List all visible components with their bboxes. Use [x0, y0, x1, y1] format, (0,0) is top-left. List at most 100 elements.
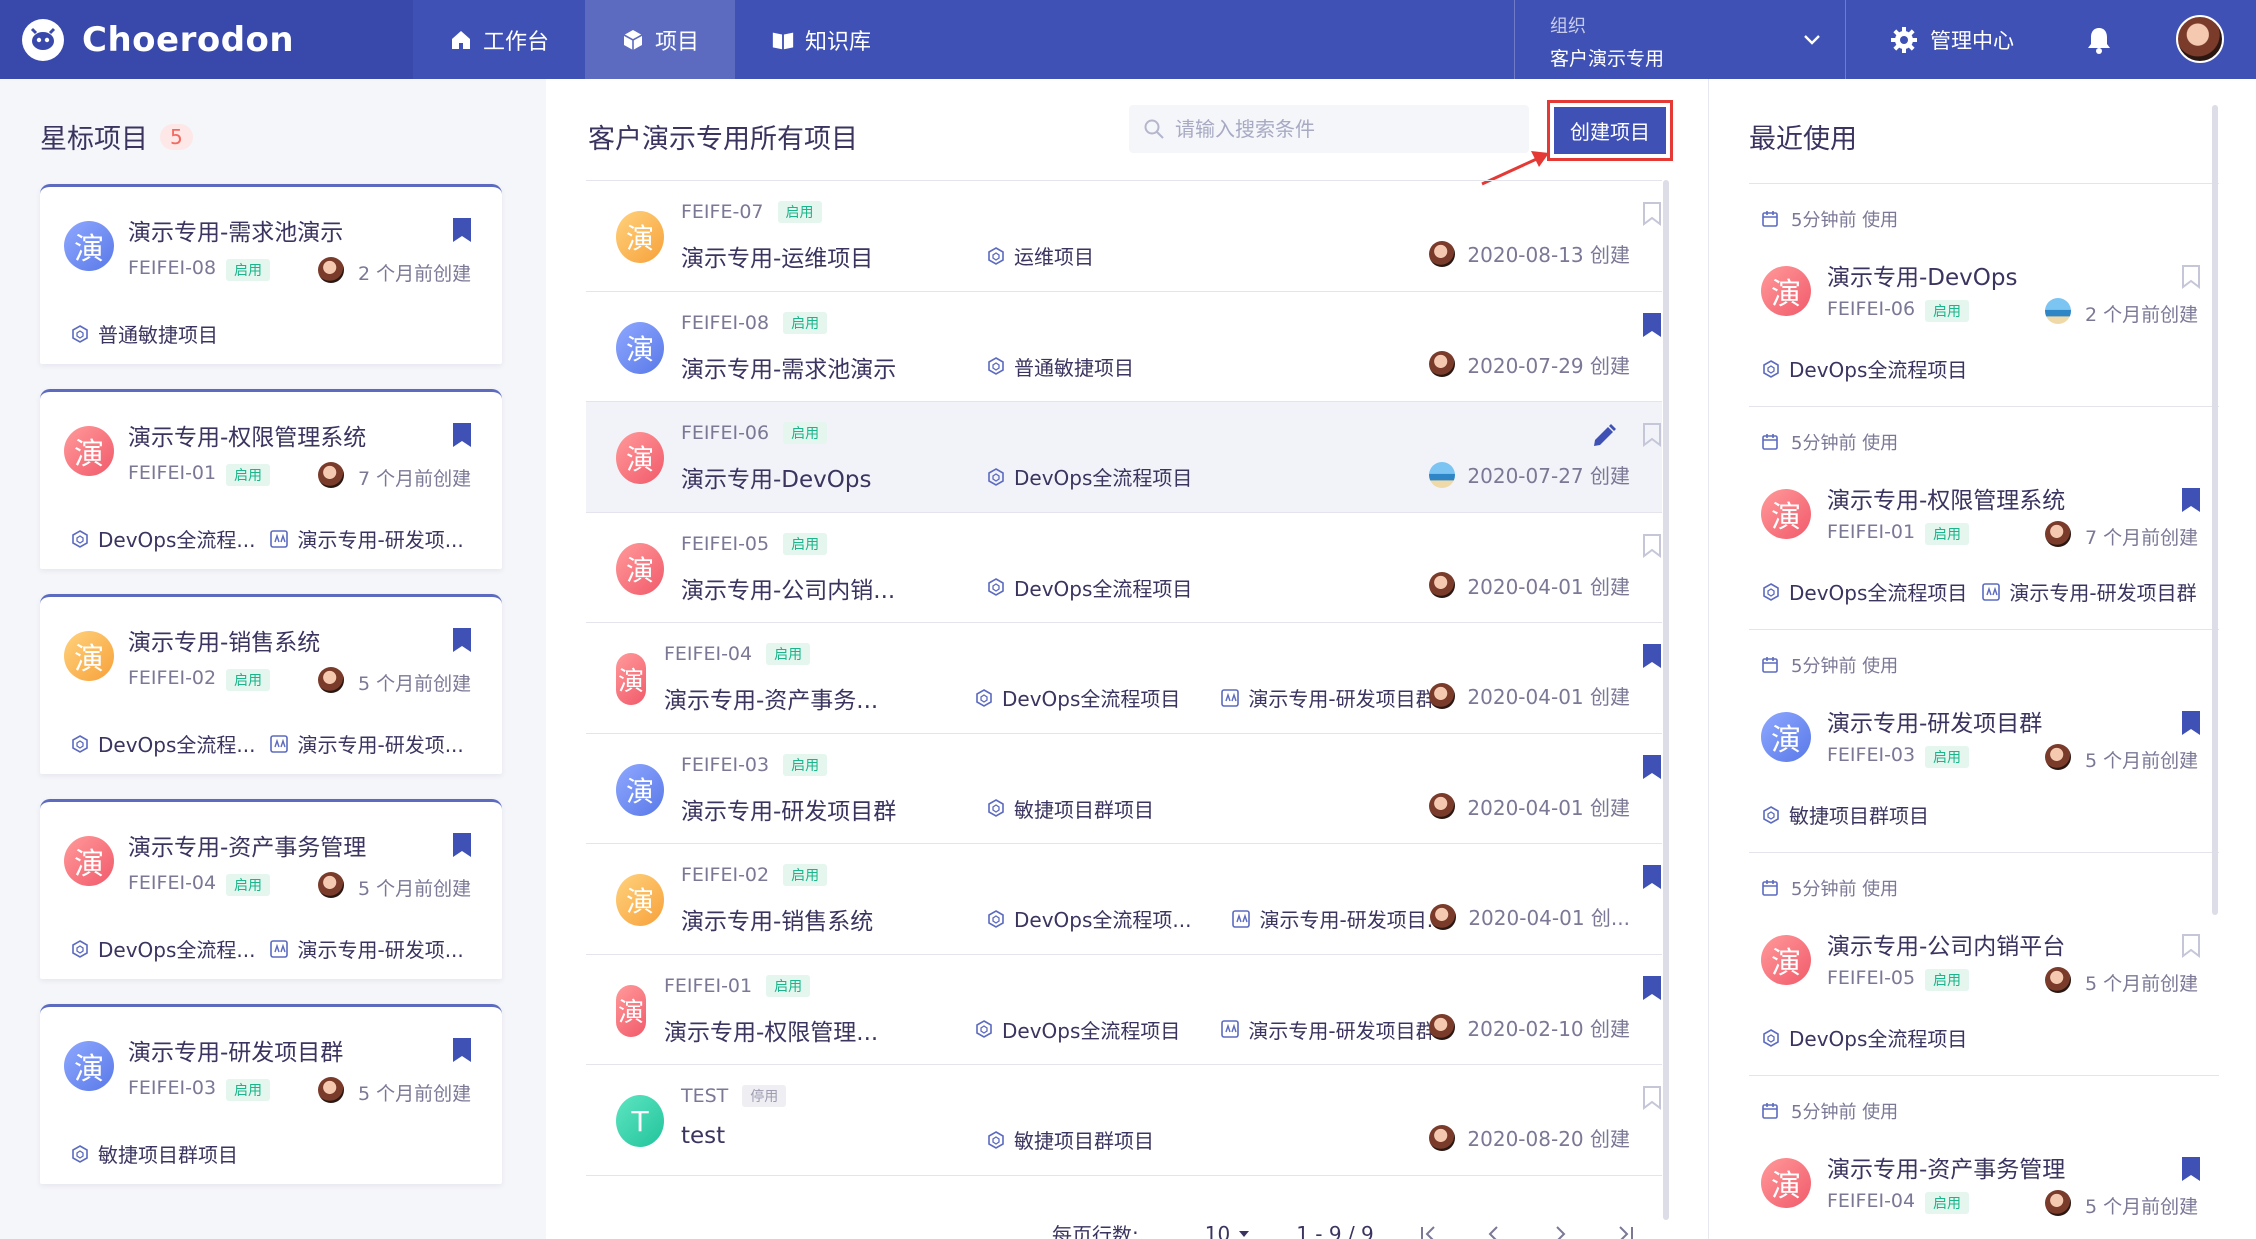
bookmark-filled-icon[interactable] — [452, 217, 472, 243]
project-avatar: 演 — [616, 763, 664, 816]
search-box[interactable] — [1129, 105, 1529, 153]
tag-label: 演示专用-研发项... — [297, 938, 464, 962]
project-name[interactable]: 演示专用-运维项目 — [681, 239, 873, 273]
bookmark-outline-icon[interactable] — [1642, 1085, 1662, 1111]
brand[interactable]: Choerodon — [0, 0, 413, 79]
create-project-button[interactable]: 创建项目 — [1554, 107, 1666, 154]
project-code: FEIFEI-03 — [128, 1077, 217, 1099]
bookmark-outline-icon[interactable] — [1642, 533, 1662, 559]
recent-item[interactable]: 5分钟前 使用 演 演示专用-权限管理系统 FEIFEI-01 启用 7 个月前… — [1749, 407, 2219, 630]
next-page-icon[interactable] — [1550, 1224, 1570, 1239]
project-type-icon — [1763, 359, 1779, 378]
tag-label: 运维项目 — [1014, 245, 1094, 269]
project-name[interactable]: 演示专用-权限管理... — [664, 1013, 878, 1047]
project-type-tag: DevOps全流程项目 — [986, 573, 1192, 602]
project-name[interactable]: 演示专用-公司内销... — [681, 571, 895, 605]
caret-down-icon[interactable] — [1238, 1228, 1250, 1239]
project-avatar: 演 — [1761, 935, 1811, 985]
starred-card[interactable]: 演 演示专用-权限管理系统 FEIFEI-01 启用 7 个月前创建 DevOp… — [40, 389, 502, 569]
prev-page-icon[interactable] — [1484, 1224, 1504, 1239]
recent-item[interactable]: 5分钟前 使用 演 演示专用-研发项目群 FEIFEI-03 启用 5 个月前创… — [1749, 630, 2219, 853]
bookmark-outline-icon[interactable] — [1642, 422, 1662, 448]
admin-center-button[interactable]: 管理中心 — [1890, 0, 2014, 79]
project-row[interactable]: 演 FEIFEI-04 启用 演示专用-资产事务... DevOps全流程项目 演… — [586, 623, 1662, 734]
creator-avatar — [1429, 461, 1456, 488]
bell-icon[interactable] — [2086, 26, 2112, 54]
project-type-icon — [72, 734, 88, 753]
bookmark-filled-icon[interactable] — [2181, 487, 2201, 513]
project-row[interactable]: 演 FEIFEI-01 启用 演示专用-权限管理... DevOps全流程项目 演… — [586, 955, 1662, 1065]
project-avatar: 演 — [616, 321, 664, 374]
admin-label: 管理中心 — [1930, 28, 2014, 53]
project-type-icon — [72, 529, 88, 548]
starred-card[interactable]: 演 演示专用-销售系统 FEIFEI-02 启用 5 个月前创建 DevOps全… — [40, 594, 502, 774]
bookmark-filled-icon[interactable] — [452, 627, 472, 653]
project-name[interactable]: 演示专用-公司内销平台 — [1827, 927, 2065, 961]
project-name[interactable]: 演示专用-DevOps — [1827, 258, 2017, 292]
page-size-select[interactable]: 10 — [1205, 1222, 1230, 1239]
project-row[interactable]: 演 FEIFEI-06 启用 演示专用-DevOps DevOps全流程项目 20… — [586, 402, 1662, 513]
project-row[interactable]: 演 FEIFEI-02 启用 演示专用-销售系统 DevOps全流程项... 演示… — [586, 844, 1662, 955]
search-icon — [1144, 119, 1164, 139]
recent-item[interactable]: 5分钟前 使用 演 演示专用-资产事务管理 FEIFEI-04 启用 5 个月前… — [1749, 1076, 2219, 1239]
bookmark-filled-icon[interactable] — [1642, 643, 1662, 669]
choerodon-logo-icon — [22, 18, 64, 61]
recent-item[interactable]: 5分钟前 使用 演 演示专用-DevOps FEIFEI-06 启用 2 个月前… — [1749, 184, 2219, 407]
bookmark-filled-icon[interactable] — [2181, 1156, 2201, 1182]
project-code: FEIFEI-08 — [681, 311, 770, 334]
starred-card[interactable]: 演 演示专用-资产事务管理 FEIFEI-04 启用 5 个月前创建 DevOp… — [40, 799, 502, 979]
project-row[interactable]: 演 FEIFEI-05 启用 演示专用-公司内销... DevOps全流程项目 2… — [586, 513, 1662, 623]
starred-card[interactable]: 演 演示专用-需求池演示 FEIFEI-08 启用 2 个月前创建 普通敏捷项目 — [40, 184, 502, 364]
bookmark-filled-icon[interactable] — [1642, 864, 1662, 890]
last-page-icon[interactable] — [1616, 1224, 1636, 1239]
project-name[interactable]: 演示专用-需求池演示 — [681, 350, 896, 384]
tag-label: 敏捷项目群项目 — [1789, 804, 1929, 828]
project-avatar: 演 — [1761, 1158, 1811, 1208]
project-row[interactable]: T TEST 停用 test 敏捷项目群项目 2020-08-20 创建 — [586, 1065, 1662, 1176]
created-time: 7 个月前创建 — [2085, 527, 2199, 549]
first-page-icon[interactable] — [1418, 1224, 1438, 1239]
nav-tab-projects[interactable]: 项目 — [585, 0, 736, 79]
bookmark-filled-icon[interactable] — [1642, 754, 1662, 780]
nav-tab-knowledge[interactable]: 知识库 — [735, 0, 907, 79]
recent-item[interactable]: 5分钟前 使用 演 演示专用-公司内销平台 FEIFEI-05 启用 5 个月前… — [1749, 853, 2219, 1076]
list-scrollbar[interactable] — [1663, 180, 1669, 1220]
project-name[interactable]: 演示专用-DevOps — [681, 460, 871, 494]
project-type-icon — [72, 1144, 88, 1163]
project-name[interactable]: 演示专用-研发项目群 — [1827, 704, 2042, 738]
project-name[interactable]: 演示专用-资产事务管理 — [1827, 1150, 2065, 1184]
project-name[interactable]: 演示专用-资产事务... — [664, 681, 878, 715]
bookmark-filled-icon[interactable] — [452, 1037, 472, 1063]
bookmark-filled-icon[interactable] — [452, 832, 472, 858]
bookmark-outline-icon[interactable] — [2181, 264, 2201, 290]
project-type-icon — [72, 324, 88, 343]
bookmark-filled-icon[interactable] — [1642, 975, 1662, 1001]
project-row[interactable]: 演 FEIFEI-08 启用 演示专用-需求池演示 普通敏捷项目 2020-07-… — [586, 292, 1662, 402]
creator-avatar — [318, 462, 344, 488]
project-row[interactable]: 演 FEIFEI-03 启用 演示专用-研发项目群 敏捷项目群项目 2020-04… — [586, 734, 1662, 844]
project-name[interactable]: 演示专用-销售系统 — [681, 902, 873, 936]
creator-avatar — [1429, 793, 1456, 819]
project-name[interactable]: 演示专用-资产事务管理 — [128, 828, 366, 862]
project-name[interactable]: 演示专用-研发项目群 — [681, 792, 896, 826]
nav-tab-workbench[interactable]: 工作台 — [413, 0, 585, 79]
project-name[interactable]: 演示专用-权限管理系统 — [128, 418, 366, 452]
tag-label: DevOps全流程项目 — [1789, 358, 1968, 382]
project-row[interactable]: 演 FEIFE-07 启用 演示专用-运维项目 运维项目 2020-08-13 创… — [586, 181, 1662, 292]
recent-scrollbar[interactable] — [2212, 105, 2218, 915]
bookmark-outline-icon[interactable] — [2181, 933, 2201, 959]
project-name[interactable]: 演示专用-销售系统 — [128, 623, 320, 657]
project-name[interactable]: 演示专用-需求池演示 — [128, 213, 343, 247]
bookmark-filled-icon[interactable] — [2181, 710, 2201, 736]
bookmark-outline-icon[interactable] — [1642, 201, 1662, 227]
project-name[interactable]: 演示专用-权限管理系统 — [1827, 481, 2065, 515]
user-avatar[interactable] — [2176, 15, 2224, 63]
bookmark-filled-icon[interactable] — [452, 422, 472, 448]
starred-card[interactable]: 演 演示专用-研发项目群 FEIFEI-03 启用 5 个月前创建 敏捷项目群项… — [40, 1004, 502, 1184]
org-switcher[interactable]: 组织 客户演示专用 — [1514, 0, 1846, 79]
bookmark-filled-icon[interactable] — [1642, 312, 1662, 338]
search-input[interactable] — [1175, 117, 1515, 141]
project-name[interactable]: test — [681, 1123, 725, 1149]
project-name[interactable]: 演示专用-研发项目群 — [128, 1033, 343, 1067]
edit-pencil-icon[interactable] — [1590, 422, 1618, 450]
